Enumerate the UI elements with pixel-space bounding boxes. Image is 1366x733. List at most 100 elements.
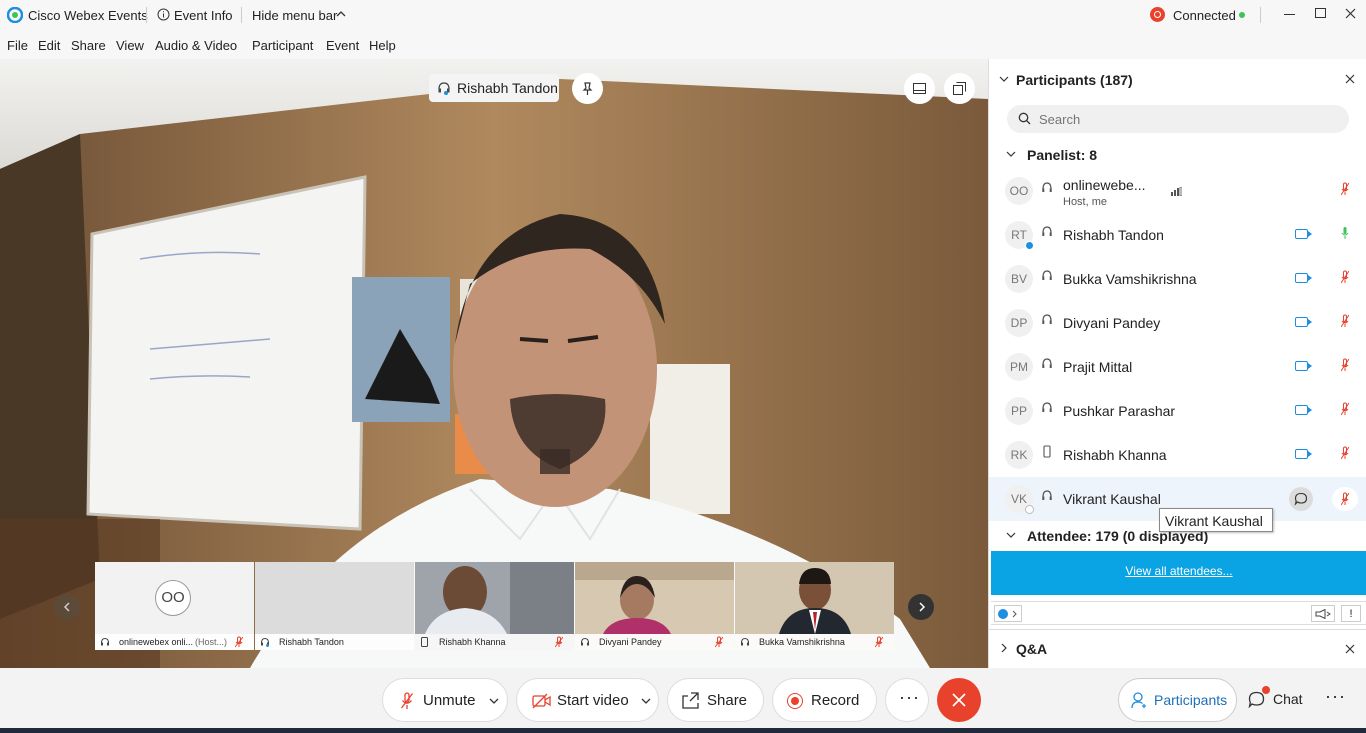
pop-out-button[interactable] (944, 73, 975, 104)
restore-icon[interactable] (1315, 8, 1326, 18)
filmstrip-next-button[interactable] (908, 594, 934, 620)
search-input[interactable] (1039, 109, 1329, 129)
signal-strength-icon (1171, 187, 1182, 196)
status-selector[interactable] (994, 605, 1022, 622)
close-icon[interactable] (1345, 644, 1355, 654)
avatar: RK (1005, 441, 1033, 469)
participant-video (415, 562, 574, 634)
hide-menu-bar-button[interactable]: Hide menu bar (252, 6, 352, 24)
mic-muted-icon (1341, 492, 1349, 506)
status-dot-icon (1025, 505, 1034, 514)
participant-row[interactable]: PP Pushkar Parashar (989, 389, 1366, 433)
layout-button[interactable] (904, 73, 935, 104)
menu-view[interactable]: View (116, 38, 144, 53)
hide-menu-label: Hide menu bar (252, 8, 338, 23)
mic-muted-icon (875, 636, 883, 648)
video-stage[interactable]: Rishabh Tandon OO onlinewebex onli... (H… (0, 59, 988, 668)
mic-muted-icon[interactable] (1341, 314, 1349, 328)
mic-muted-icon[interactable] (1341, 358, 1349, 372)
megaphone-button[interactable] (1311, 605, 1335, 622)
avatar: DP (1005, 309, 1033, 337)
participant-row[interactable]: RT Rishabh Tandon (989, 213, 1366, 257)
menu-event[interactable]: Event (326, 38, 359, 53)
menu-bar: File Edit Share View Audio & Video Parti… (0, 30, 1366, 59)
connected-dot-icon (1239, 12, 1245, 18)
headset-icon (101, 637, 109, 646)
menu-file[interactable]: File (7, 38, 28, 53)
chat-toggle-button[interactable]: Chat (1240, 678, 1312, 722)
divider (146, 7, 147, 23)
participant-row[interactable]: DP Divyani Pandey (989, 301, 1366, 345)
panel-title: Participants (187) (1016, 72, 1133, 88)
thumbnail-bukka-vamshikrishna[interactable]: Bukka Vamshikrishna (735, 562, 894, 650)
participant-row[interactable]: BV Bukka Vamshikrishna (989, 257, 1366, 301)
more-panels-button[interactable]: ··· (1318, 678, 1352, 722)
menu-help[interactable]: Help (369, 38, 396, 53)
filmstrip-prev-button[interactable] (54, 594, 80, 620)
more-options-button[interactable]: ··· (885, 678, 929, 722)
menu-participant[interactable]: Participant (252, 38, 313, 53)
phone-icon (1043, 445, 1051, 458)
chat-icon (1248, 691, 1265, 708)
participants-toggle-button[interactable]: Participants (1118, 678, 1237, 722)
unmute-button[interactable]: Unmute (382, 678, 508, 722)
menu-audio-video[interactable]: Audio & Video (155, 38, 237, 53)
view-all-attendees-link[interactable]: View all attendees... (991, 564, 1366, 578)
mic-muted-icon[interactable] (1341, 270, 1349, 284)
participants-icon (1131, 692, 1146, 709)
speaker-name-tag: Rishabh Tandon (429, 74, 559, 102)
qa-panel-header[interactable]: Q&A (989, 629, 1366, 668)
more-icon: ··· (899, 687, 920, 707)
end-meeting-button[interactable] (937, 678, 981, 722)
participant-row[interactable]: RK Rishabh Khanna (989, 433, 1366, 477)
mic-muted-icon[interactable] (1341, 446, 1349, 460)
record-button[interactable]: Record (772, 678, 877, 722)
view-all-banner: View all attendees... (991, 551, 1366, 595)
headset-icon (1042, 182, 1052, 192)
thumbnail-label: Bukka Vamshikrishna (735, 634, 894, 650)
participant-role: Host, me (1063, 196, 1108, 208)
participants-toggle-label: Participants (1154, 692, 1228, 708)
taskbar-strip (0, 728, 1366, 733)
mic-muted-icon[interactable] (1341, 402, 1349, 416)
panelist-group-header[interactable]: Panelist: 8 (989, 141, 1366, 167)
participant-row[interactable]: PM Prajit Mittal (989, 345, 1366, 389)
close-window-icon[interactable] (1345, 8, 1356, 19)
thumbnail-rishabh-tandon[interactable]: Rishabh Tandon (255, 562, 414, 650)
headset-icon (581, 637, 589, 646)
phone-icon (421, 637, 428, 647)
thumbnail-rishabh-khanna[interactable]: Rishabh Khanna (415, 562, 574, 650)
mic-muted-icon[interactable] (1341, 182, 1349, 196)
thumbnail-host[interactable]: OO onlinewebex onli... (Host...) (95, 562, 254, 650)
thumbnail-role: (Host...) (195, 637, 228, 647)
pin-button[interactable] (572, 73, 603, 104)
title-bar: Cisco Webex Events Event Info Hide menu … (0, 0, 1366, 30)
participant-video (735, 562, 894, 634)
minimize-icon[interactable] (1284, 14, 1295, 15)
menu-share[interactable]: Share (71, 38, 106, 53)
avatar: OO (155, 580, 191, 616)
chevron-right-icon (919, 602, 926, 612)
mic-active-icon[interactable] (1341, 226, 1349, 240)
participant-name: Rishabh Tandon (1063, 227, 1164, 243)
chevron-down-icon[interactable] (999, 76, 1009, 83)
search-box[interactable] (1007, 105, 1349, 133)
chevron-down-icon[interactable] (489, 698, 499, 705)
avatar: PM (1005, 353, 1033, 381)
mute-participant-button[interactable] (1332, 487, 1358, 511)
alert-button[interactable]: ! (1341, 605, 1361, 622)
video-camera-icon (1295, 317, 1312, 327)
menu-edit[interactable]: Edit (38, 38, 60, 53)
chevron-down-icon[interactable] (641, 698, 651, 705)
thumbnail-divyani-pandey[interactable]: Divyani Pandey (575, 562, 734, 650)
close-icon[interactable] (1345, 74, 1355, 84)
chat-participant-button[interactable] (1289, 487, 1313, 511)
share-button[interactable]: Share (667, 678, 764, 722)
record-label: Record (811, 692, 860, 709)
headset-icon (438, 82, 450, 95)
exclamation-icon: ! (1349, 608, 1353, 620)
start-video-button[interactable]: Start video (516, 678, 659, 722)
panel-header: Participants (187) (989, 59, 1366, 101)
participant-row-host[interactable]: OO onlinewebe... Host, me (989, 169, 1366, 213)
participant-name: Rishabh Khanna (1063, 447, 1167, 463)
